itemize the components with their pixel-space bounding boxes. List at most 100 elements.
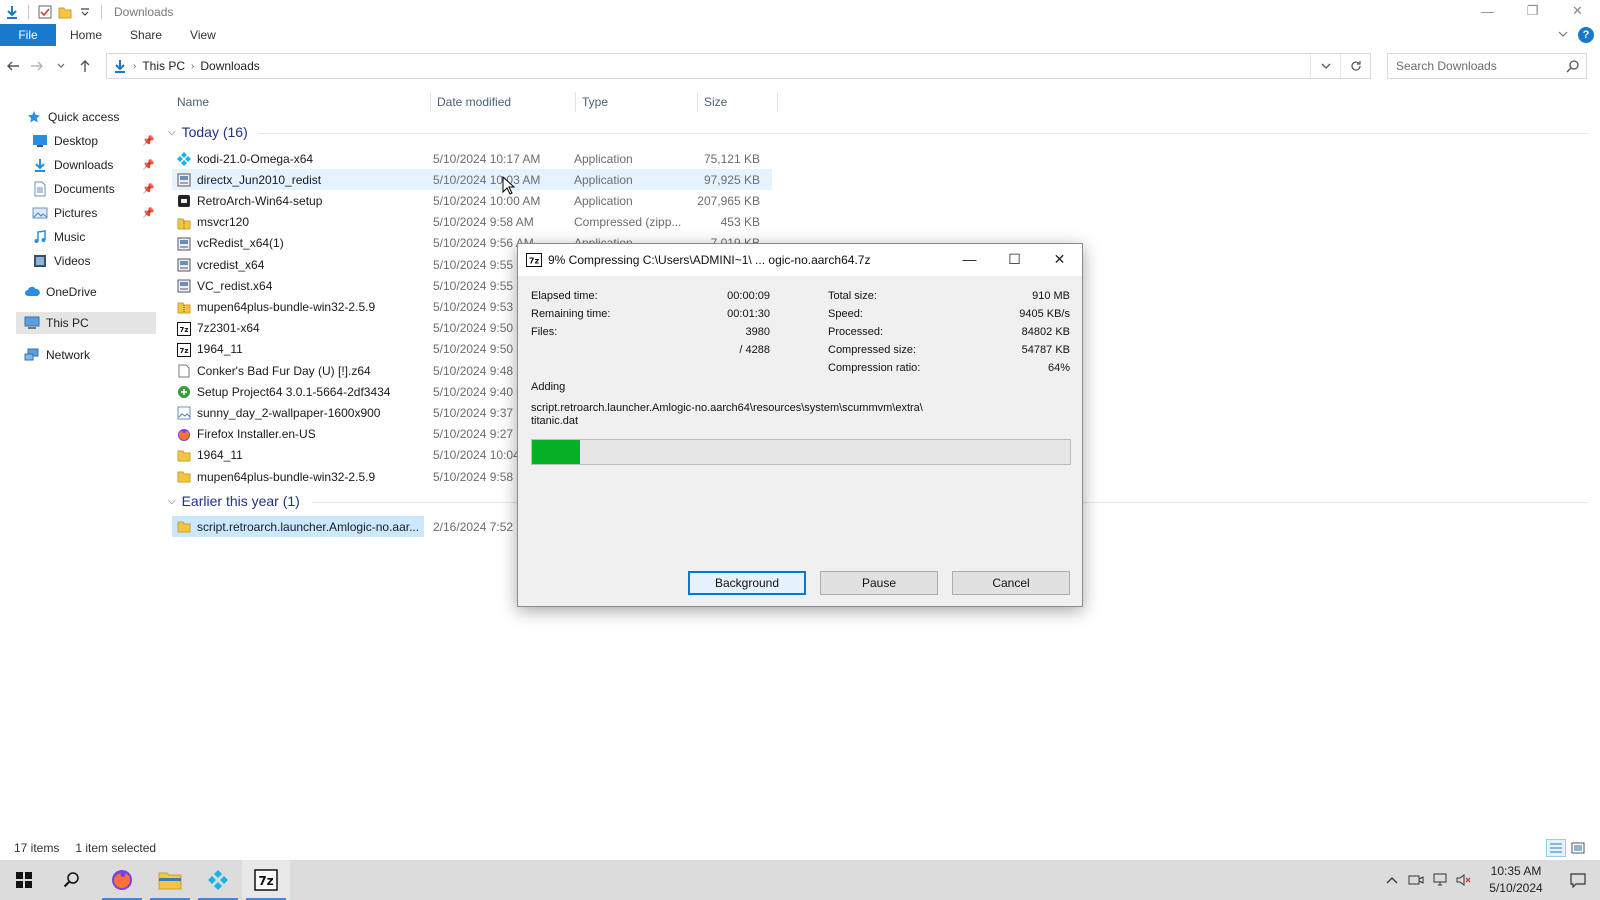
- chevron-up-icon: [1386, 877, 1398, 884]
- breadcrumb-separator: ›: [133, 60, 137, 72]
- tab-share[interactable]: Share: [116, 24, 176, 46]
- file-name: Conker's Bad Fur Day (U) [!].z64: [197, 363, 371, 378]
- cancel-button[interactable]: Cancel: [952, 571, 1070, 595]
- windows-logo-icon: [16, 872, 32, 888]
- minimize-button[interactable]: —: [1465, 0, 1510, 22]
- column-header-date-modified[interactable]: Date modified: [431, 92, 576, 112]
- file-name: 1964_11: [197, 448, 243, 463]
- column-header-name[interactable]: Name: [171, 92, 431, 112]
- clock[interactable]: 10:35 AM 5/10/2024: [1476, 863, 1556, 897]
- stat-compressed-size-value: 54787 KB: [1021, 344, 1070, 356]
- properties-icon[interactable]: [37, 4, 53, 20]
- start-button[interactable]: [0, 860, 48, 900]
- search-input[interactable]: [1396, 59, 1556, 73]
- meet-now-icon[interactable]: [1404, 860, 1428, 900]
- background-button[interactable]: Background: [688, 571, 806, 595]
- forward-button[interactable]: [26, 54, 48, 78]
- file-date-modified: 5/10/2024 9:40: [433, 384, 514, 399]
- nav-label: Network: [46, 348, 91, 362]
- installer-app-icon: [176, 172, 192, 188]
- nav-item-videos[interactable]: Videos: [32, 250, 156, 272]
- stat-compression-ratio-value: 64%: [1047, 362, 1070, 374]
- nav-item-this-pc[interactable]: This PC: [16, 312, 156, 334]
- breadcrumb-this-pc[interactable]: This PC: [142, 59, 185, 73]
- nav-item-music[interactable]: Music: [32, 226, 156, 248]
- group-label: Earlier this year (1): [181, 493, 300, 509]
- action-center-button[interactable]: [1556, 860, 1600, 900]
- nav-item-onedrive[interactable]: OneDrive: [24, 281, 156, 303]
- stat-processed-value: 84802 KB: [1021, 326, 1070, 338]
- group-header-earlier-this-year[interactable]: ⌵ Earlier this year (1): [168, 491, 300, 511]
- nav-item-documents[interactable]: Documents 📌: [32, 178, 156, 200]
- close-button[interactable]: ✕: [1555, 0, 1600, 22]
- kodi-app-icon: [176, 151, 192, 167]
- file-row[interactable]: RetroArch-Win64-setup 5/10/2024 10:00 AM A…: [172, 190, 772, 211]
- search-button[interactable]: [48, 860, 96, 900]
- expand-ribbon-icon[interactable]: [1558, 28, 1568, 42]
- column-header-size[interactable]: Size: [698, 92, 778, 112]
- group-header-today[interactable]: ⌵ Today (16): [168, 122, 248, 142]
- show-hidden-icons-button[interactable]: [1380, 860, 1404, 900]
- refresh-button[interactable]: [1340, 54, 1370, 78]
- up-button[interactable]: [74, 54, 96, 78]
- dialog-close-button[interactable]: ✕: [1037, 244, 1082, 274]
- taskbar-file-explorer[interactable]: [146, 860, 194, 900]
- svg-text:7z: 7z: [180, 326, 189, 334]
- sevenzip-icon: 7z: [526, 253, 542, 267]
- nav-item-network[interactable]: Network: [24, 344, 156, 366]
- item-count: 17 items: [14, 841, 60, 855]
- search-box[interactable]: [1387, 53, 1587, 79]
- file-name: script.retroarch.launcher.Amlogic-no.aar…: [197, 519, 420, 534]
- dialog-minimize-button[interactable]: —: [947, 244, 992, 274]
- file-row[interactable]: msvcr120 5/10/2024 9:58 AM Compressed (zip…: [172, 212, 772, 233]
- large-icons-view-button[interactable]: [1568, 839, 1588, 857]
- taskbar-kodi[interactable]: [194, 860, 242, 900]
- taskbar-firefox[interactable]: [98, 860, 146, 900]
- tab-home[interactable]: Home: [56, 24, 116, 46]
- dialog-maximize-button[interactable]: ☐: [992, 244, 1037, 274]
- nav-item-pictures[interactable]: Pictures 📌: [32, 202, 156, 224]
- stat-files-value: 3980: [745, 326, 770, 338]
- taskbar-7zip[interactable]: 7z: [242, 860, 290, 900]
- file-row[interactable]: script.retroarch.launcher.Amlogic-no.aar…: [172, 516, 513, 537]
- back-button[interactable]: [2, 54, 24, 78]
- network-status-icon[interactable]: [1428, 860, 1452, 900]
- breadcrumb-downloads[interactable]: Downloads: [200, 59, 259, 73]
- column-header-type[interactable]: Type: [576, 92, 698, 112]
- nav-label: Pictures: [54, 206, 98, 220]
- stat-remaining-label: Remaining time:: [531, 308, 611, 320]
- dialog-title-bar[interactable]: 7z 9% Compressing C:\Users\ADMINI~1\ ...…: [518, 244, 1082, 276]
- details-view-icon: [1550, 843, 1562, 853]
- nav-item-downloads[interactable]: Downloads 📌: [32, 154, 156, 176]
- file-row[interactable]: kodi-21.0-Omega-x64 5/10/2024 10:17 AM App…: [172, 148, 772, 169]
- new-folder-icon[interactable]: [57, 4, 73, 20]
- customize-toolbar-icon[interactable]: [77, 4, 93, 20]
- recent-locations-button[interactable]: [50, 54, 72, 78]
- file-row[interactable]: directx_Jun2010_redist 5/10/2024 10:03 AM…: [172, 169, 772, 191]
- details-view-button[interactable]: [1546, 839, 1566, 857]
- column-label: Name: [177, 95, 210, 109]
- file-name: vcredist_x64: [197, 257, 265, 272]
- tab-file[interactable]: File: [0, 24, 56, 46]
- stat-files-total: / 4288: [739, 344, 770, 356]
- download-arrow-icon: [4, 4, 20, 20]
- address-history-dropdown[interactable]: [1310, 54, 1340, 78]
- pictures-folder-icon: [32, 205, 48, 221]
- tab-view[interactable]: View: [176, 24, 230, 46]
- nav-item-quick-access[interactable]: Quick access: [26, 106, 156, 128]
- column-label: Type: [582, 95, 609, 109]
- downloads-folder-icon: [32, 157, 48, 173]
- column-label: Date modified: [437, 95, 512, 109]
- nav-item-desktop[interactable]: Desktop 📌: [32, 130, 156, 152]
- sevenzip-app-icon: 7z: [176, 342, 192, 358]
- address-bar[interactable]: › This PC › Downloads: [106, 53, 1371, 79]
- kodi-icon: [208, 870, 228, 890]
- volume-muted-icon[interactable]: [1452, 860, 1476, 900]
- firefox-app-icon: [176, 427, 192, 443]
- help-icon[interactable]: ?: [1578, 27, 1594, 43]
- nav-label: Documents: [54, 182, 115, 196]
- pause-button[interactable]: Pause: [820, 571, 938, 595]
- refresh-icon: [1350, 61, 1361, 71]
- stat-speed-value: 9405 KB/s: [1019, 308, 1070, 320]
- restore-button[interactable]: ❐: [1510, 0, 1555, 22]
